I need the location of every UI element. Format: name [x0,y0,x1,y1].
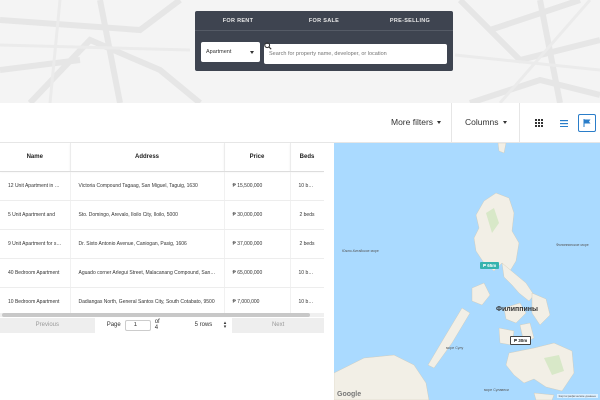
listing-type-tabs: FOR RENT FOR SALE PRE-SELLING [195,11,453,31]
price-marker[interactable]: ₱ 30m [510,336,532,345]
cell-price: ₱ 65,000,000 [224,258,291,288]
list-icon [560,119,568,127]
table-row[interactable]: 5 Unit Apartment and Sto. Domingo, Areva… [0,200,324,230]
sort-arrows-icon: ▴ ▾ [223,319,227,330]
search-icon[interactable] [264,42,272,50]
cell-beds: 10 beds [290,287,324,317]
cell-beds: 2 beds [290,200,324,230]
page-number-input[interactable] [124,319,151,331]
tab-for-rent[interactable]: FOR RENT [195,11,281,30]
cell-price: ₱ 15,500,000 [224,171,291,201]
cell-address: Victoria Compound Tagaag, San Miguel, Ta… [70,171,225,201]
pagination: Previous Page of 4 5 rows ▴▾ Next [0,317,324,333]
cell-name: 40 Bedroom Apartment [0,258,71,288]
sea-label: море Сулавеси [484,388,509,392]
listings-table: Name Address Price Beds 12 Unit Apartmen… [0,143,324,333]
table-row[interactable]: 9 Unit Apartment for sale Dr. Sixto Anto… [0,229,324,259]
cell-price: ₱ 7,000,000 [224,287,291,317]
column-header-name[interactable]: Name [0,143,71,172]
map-view-button[interactable] [578,114,596,132]
table-row[interactable]: 40 Bedroom Apartment Aguado corner Arleg… [0,258,324,288]
cell-price: ₱ 37,000,000 [224,229,291,259]
previous-button[interactable]: Previous [0,317,95,333]
search-input[interactable] [264,44,447,64]
rows-per-page-value: 5 rows [194,321,213,328]
property-type-select[interactable]: Apartment [201,42,260,62]
cell-address: Aguado corner Arlegui Street, Malacanang… [70,258,225,288]
price-marker[interactable]: ₱ 65m [480,262,500,269]
chevron-down-icon [250,51,254,54]
table-row[interactable]: 12 Unit Apartment in Taguig Victoria Com… [0,171,324,201]
divider [451,103,452,143]
philippines-map [334,143,575,400]
chevron-down-icon [437,121,442,124]
property-type-value: Apartment [206,49,232,55]
hero-background: FOR RENT FOR SALE PRE-SELLING Apartment [0,0,600,103]
google-logo: Google [337,391,362,398]
cell-beds: 10 beds [290,258,324,288]
sea-label: Южно-Китайское море [342,249,379,253]
grid-icon [535,119,543,127]
list-view-button[interactable] [555,114,573,132]
more-filters-button[interactable]: More filters [391,117,442,127]
column-header-beds[interactable]: Beds [290,143,324,172]
cell-address: Dr. Sixto Antonio Avenue, Caniogan, Pasi… [70,229,225,259]
tab-for-sale[interactable]: FOR SALE [281,11,367,30]
columns-label: Columns [465,117,499,127]
cell-beds: 2 beds [290,229,324,259]
cell-name: 10 Bedroom Apartment [0,287,71,317]
sea-label: море Сулу [446,346,464,350]
results-toolbar: More filters Columns [0,103,600,143]
table-row[interactable]: 10 Bedroom Apartment Dadiangas North, Ge… [0,287,324,317]
cell-price: ₱ 30,000,000 [224,200,291,230]
search-panel: FOR RENT FOR SALE PRE-SELLING Apartment [195,11,453,71]
map-flag-icon [583,119,591,127]
column-header-price[interactable]: Price [224,143,291,172]
page-label: Page [106,322,121,328]
column-header-address[interactable]: Address [70,143,225,172]
cell-name: 5 Unit Apartment and [0,200,71,230]
next-button[interactable]: Next [232,317,324,333]
tab-pre-selling[interactable]: PRE-SELLING [367,11,453,30]
cell-address: Dadiangas North, General Santos City, So… [70,287,225,317]
chevron-down-icon [502,121,507,124]
cell-address: Sto. Domingo, Arevalo, Iloilo City, Iloi… [70,200,225,230]
map-attribution[interactable]: Картографические данные [556,394,598,398]
divider [519,103,520,143]
page-count-label: of 4 [154,319,160,331]
country-label: Филиппины [496,306,538,313]
sea-label: Филиппинское море [556,243,589,247]
cell-name: 9 Unit Apartment for sale [0,229,71,259]
rows-per-page-select[interactable]: 5 rows ▴ ▾ [191,320,233,331]
cell-name: 12 Unit Apartment in Taguig [0,171,71,201]
cell-beds: 10 beds [290,171,324,201]
map-view[interactable]: ₱ 65m ₱ 30m Филиппины Южно-Китайское мор… [334,143,600,400]
grid-view-button[interactable] [530,114,548,132]
more-filters-label: More filters [391,117,434,127]
columns-button[interactable]: Columns [465,117,507,127]
table-header-row: Name Address Price Beds [0,143,324,172]
